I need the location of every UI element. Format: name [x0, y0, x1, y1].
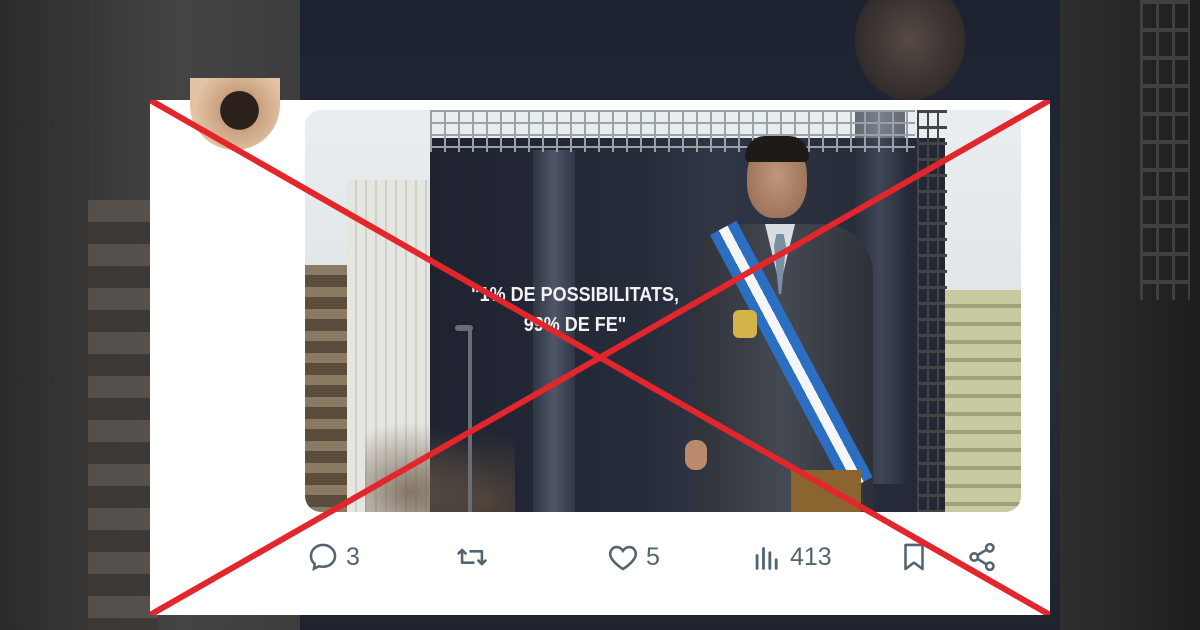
banner-slogan: "1% DE POSSIBILITATS, 99% DE FE" — [467, 280, 683, 340]
views-button[interactable]: 413 — [750, 540, 832, 574]
street-lamp-pole — [468, 328, 472, 512]
tweet-action-bar: 3 5 413 — [150, 540, 1050, 580]
hand — [685, 440, 707, 470]
avatar[interactable] — [190, 78, 280, 150]
retweet-icon — [457, 548, 487, 566]
like-button[interactable]: 5 — [606, 540, 660, 574]
bookmark-button[interactable] — [897, 540, 931, 574]
man-in-presidential-sash — [685, 136, 885, 512]
share-icon — [969, 542, 995, 572]
reply-icon — [309, 543, 337, 572]
background-building — [88, 200, 158, 630]
slogan-line-1: "1% DE POSSIBILITATS, — [471, 284, 679, 306]
share-button[interactable] — [965, 540, 999, 574]
scaffolding-right — [917, 110, 947, 512]
trees — [365, 410, 515, 512]
reply-count: 3 — [346, 542, 360, 571]
apartment-building-left — [305, 265, 350, 512]
views-icon — [755, 547, 778, 570]
background-scaffold — [1140, 0, 1190, 300]
folder — [791, 470, 861, 512]
tweet-media-image[interactable]: "1% DE POSSIBILITATS, 99% DE FE" — [305, 110, 1021, 512]
sash-emblem — [733, 310, 757, 338]
tweet-card[interactable]: "1% DE POSSIBILITATS, 99% DE FE" 3 5 413 — [150, 78, 1050, 615]
reply-button[interactable]: 3 — [306, 540, 360, 574]
apartment-building-right — [945, 290, 1021, 512]
hair — [745, 136, 809, 162]
views-count: 413 — [790, 542, 832, 571]
bookmark-icon — [904, 543, 924, 571]
like-count: 5 — [646, 542, 660, 571]
background-face — [855, 0, 965, 100]
like-icon — [608, 545, 638, 571]
retweet-button[interactable] — [455, 540, 489, 574]
slogan-line-2: 99% DE FE" — [523, 314, 627, 336]
